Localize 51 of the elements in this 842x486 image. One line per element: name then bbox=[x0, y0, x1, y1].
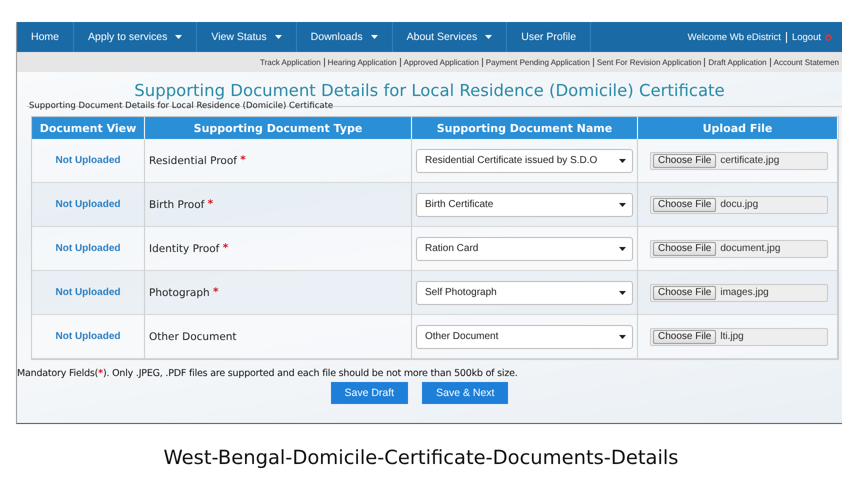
sub-nav-link[interactable]: Sent For Revision Application bbox=[594, 58, 706, 66]
dropdown-caret-icon bbox=[619, 202, 626, 206]
file-name: docu.jpg bbox=[720, 199, 758, 210]
file-upload-field[interactable]: Choose File document.jpg bbox=[650, 240, 828, 258]
document-name-select[interactable]: Other Document bbox=[416, 324, 633, 348]
file-upload-field[interactable]: Choose File images.jpg bbox=[650, 284, 828, 302]
choose-file-button[interactable]: Choose File bbox=[653, 242, 716, 256]
document-name-select[interactable]: Ration Card bbox=[416, 236, 633, 260]
save-next-button[interactable]: Save & Next bbox=[422, 382, 508, 404]
file-name: certificate.jpg bbox=[720, 155, 780, 166]
welcome-text: Welcome Wb eDistrict bbox=[688, 32, 787, 42]
upload-status-text: Not Uploaded bbox=[56, 287, 120, 298]
choose-file-button[interactable]: Choose File bbox=[653, 154, 716, 168]
upload-status-text: Not Uploaded bbox=[56, 155, 120, 166]
page-title: Supporting Document Details for Local Residence (Domicile) Certificate bbox=[133, 81, 726, 100]
section-legend: Supporting Document Details for Local Residence (Domicile) Certificate bbox=[27, 101, 842, 111]
sub-nav-link[interactable]: Hearing Application bbox=[324, 58, 401, 66]
upload-status-text: Not Uploaded bbox=[56, 243, 120, 254]
mandatory-fields-note: Mandatory Fields(*). Only .JPEG, .PDF files are supported and each file should be not more than 500kb of size. bbox=[17, 368, 519, 379]
power-icon bbox=[825, 34, 832, 40]
choose-file-button[interactable]: Choose File bbox=[653, 198, 716, 212]
column-header: Document View bbox=[32, 117, 145, 139]
document-name-select[interactable]: Self Photograph bbox=[416, 280, 633, 304]
choose-file-button[interactable]: Choose File bbox=[653, 286, 716, 300]
logout-link[interactable]: Logout bbox=[792, 32, 832, 42]
sub-nav-link[interactable]: Account Statemen bbox=[770, 58, 842, 66]
sub-nav-link[interactable]: Track Application bbox=[257, 58, 325, 66]
sub-nav-link[interactable]: Approved Application bbox=[400, 58, 483, 66]
document-type-label: Other Document bbox=[149, 330, 237, 342]
dropdown-caret-icon bbox=[619, 334, 626, 338]
file-upload-field[interactable]: Choose File docu.jpg bbox=[650, 196, 828, 214]
file-upload-field[interactable]: Choose File certificate.jpg bbox=[650, 152, 828, 170]
column-header: Supporting Document Name bbox=[412, 117, 638, 139]
column-header: Upload File bbox=[638, 117, 838, 139]
column-header: Supporting Document Type bbox=[145, 117, 412, 139]
file-name: images.jpg bbox=[720, 287, 769, 298]
image-caption: West-Bengal-Domicile-Certificate-Documents-Details bbox=[162, 446, 680, 469]
file-name: lti.jpg bbox=[720, 331, 744, 342]
save-draft-button[interactable]: Save Draft bbox=[330, 382, 408, 404]
file-name: document.jpg bbox=[720, 243, 780, 254]
document-name-select[interactable]: Residential Certificate issued by S.D.O bbox=[416, 148, 633, 172]
sub-nav-link[interactable]: Payment Pending Application bbox=[482, 58, 594, 66]
dropdown-caret-icon bbox=[619, 158, 626, 162]
choose-file-button[interactable]: Choose File bbox=[653, 330, 716, 344]
file-upload-field[interactable]: Choose File lti.jpg bbox=[650, 328, 828, 346]
upload-status-text: Not Uploaded bbox=[56, 199, 120, 210]
document-name-select[interactable]: Birth Certificate bbox=[416, 192, 633, 216]
upload-status-text: Not Uploaded bbox=[56, 331, 120, 342]
dropdown-caret-icon bbox=[619, 290, 626, 294]
dropdown-caret-icon bbox=[619, 246, 626, 250]
sub-nav-link[interactable]: Draft Application bbox=[705, 58, 771, 66]
